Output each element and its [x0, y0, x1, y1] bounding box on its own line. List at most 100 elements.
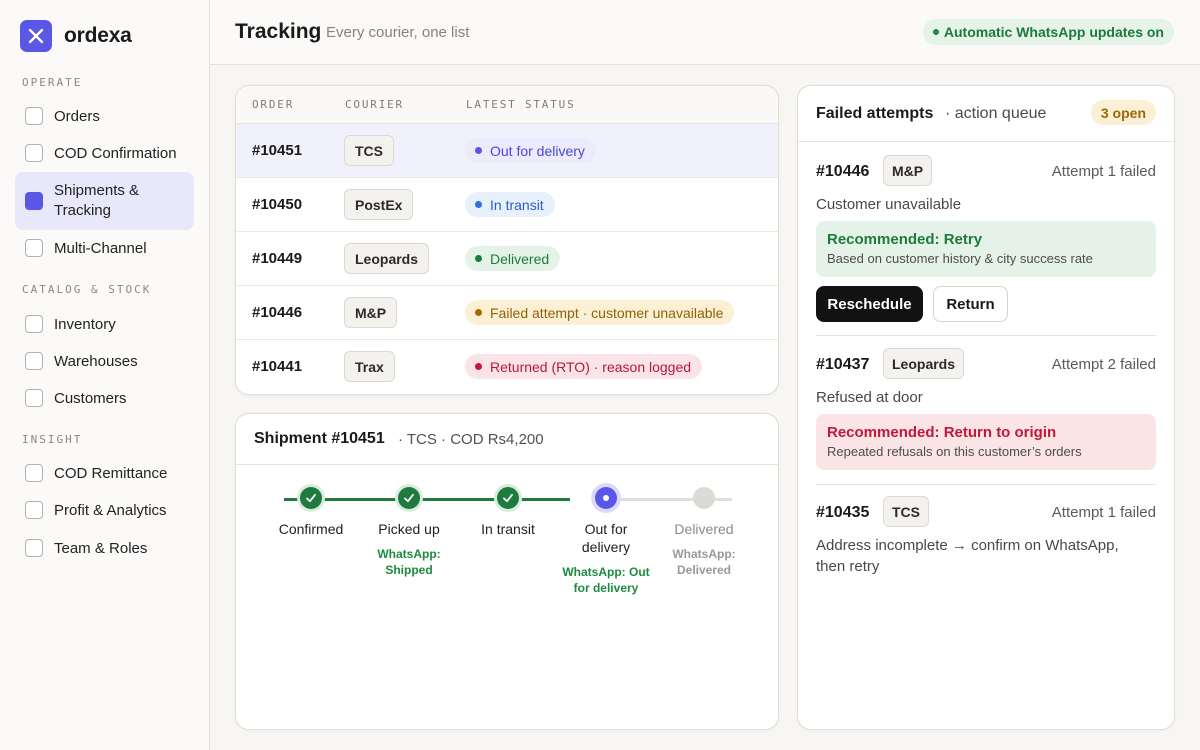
step-label-picked-up: Picked up — [378, 521, 440, 537]
order-id[interactable]: #10437 — [816, 356, 869, 374]
failure-reason: Customer unavailable — [816, 196, 962, 213]
courier-chip: TCS — [344, 135, 394, 166]
open-count-badge: 3 open — [1090, 100, 1156, 125]
attempt-count: Attempt 1 failed — [1051, 504, 1156, 521]
step-label-delivered: Delivered — [674, 521, 734, 537]
divider — [816, 484, 1156, 485]
sidebar-item-team-roles[interactable]: Team & Roles — [15, 536, 194, 560]
courier-chip: TCS — [883, 496, 929, 527]
page-header: Tracking Every courier, one list Automat… — [210, 0, 1200, 65]
sidebar-item-multi-channel[interactable]: Multi-Channel — [15, 236, 194, 260]
step-note: for delivery — [573, 581, 639, 595]
column-header-status[interactable]: LATEST STATUS — [466, 98, 576, 111]
failure-reason-line2: then retry — [816, 558, 880, 575]
whatsapp-updates-label: Automatic WhatsApp updates on — [943, 24, 1164, 40]
sidebar-item-cod-confirmation[interactable]: COD Confirmation — [15, 141, 194, 165]
status-dot-icon — [932, 29, 939, 35]
order-id: #10449 — [252, 250, 303, 267]
order-id: #10441 — [252, 358, 303, 375]
nav-section-catalog-stock: CATALOG & STOCK — [22, 283, 152, 296]
checkbox-icon — [25, 315, 43, 333]
panel-title: Failed attempts — [816, 105, 934, 122]
failure-reason-line1: Address incomplete → confirm on WhatsApp… — [816, 537, 1119, 554]
status-pill: Returned (RTO) · reason logged — [465, 354, 703, 379]
step-pending-icon — [693, 487, 715, 509]
status-text: Out for delivery — [490, 142, 585, 159]
sidebar-item-label: Team & Roles — [54, 539, 148, 557]
step-check-icon — [497, 487, 519, 509]
sidebar-item-inventory[interactable]: Inventory — [15, 312, 194, 336]
table-header: ORDER COURIER LATEST STATUS — [236, 86, 778, 124]
sidebar-item-warehouses[interactable]: Warehouses — [15, 349, 194, 373]
sidebar-item-label: Inventory — [54, 315, 116, 333]
page-subtitle: Every courier, one list — [326, 24, 470, 41]
step-note: Delivered — [676, 563, 732, 577]
status-dot-icon — [475, 147, 482, 154]
recommendation-title: Recommended: Retry — [827, 231, 983, 248]
step-note: WhatsApp: Out — [562, 565, 650, 579]
progress-line-pending — [618, 498, 632, 501]
sidebar-item-orders[interactable]: Orders — [15, 104, 194, 128]
checkbox-icon — [25, 539, 43, 557]
order-id[interactable]: #10435 — [816, 504, 869, 522]
courier-chip: PostEx — [344, 189, 414, 220]
table-row[interactable]: #10449 Leopards Delivered — [236, 232, 778, 286]
panel-subtitle: · action queue — [945, 105, 1047, 122]
current-dot-icon — [603, 495, 609, 501]
column-header-order[interactable]: ORDER — [252, 98, 294, 111]
courier-chip: M&P — [344, 297, 398, 328]
sidebar-item-label: Shipments & Tracking — [54, 181, 139, 221]
sidebar-item-cod-remittance[interactable]: COD Remittance — [15, 461, 194, 485]
sidebar-item-customers[interactable]: Customers — [15, 386, 194, 410]
shipment-header: Shipment #10451 · TCS · COD Rs4,200 — [236, 414, 778, 465]
step-check-icon — [300, 487, 322, 509]
brand-name: ordexa — [64, 24, 132, 47]
orders-table: ORDER COURIER LATEST STATUS #10451 TCS O… — [235, 85, 779, 395]
recommendation-box: Recommended: Retry Based on customer his… — [816, 221, 1156, 277]
checkbox-icon — [25, 352, 43, 370]
courier-chip: Trax — [344, 351, 395, 382]
order-id[interactable]: #10446 — [816, 163, 869, 181]
status-dot-icon — [475, 255, 482, 262]
status-text: In transit — [490, 196, 544, 213]
sidebar-item-label: Profit & Analytics — [54, 501, 167, 519]
return-button[interactable]: Return — [933, 286, 1008, 322]
table-row[interactable]: #10446 M&P Failed attempt · customer una… — [236, 286, 778, 340]
step-check-icon — [398, 487, 420, 509]
courier-chip: Leopards — [883, 348, 965, 379]
step-note: Shipped — [385, 563, 433, 577]
nav-section-operate: OPERATE — [22, 76, 83, 89]
recommendation-title: Recommended: Return to origin — [827, 424, 1057, 441]
checkbox-icon — [25, 144, 43, 162]
order-id: #10446 — [252, 304, 303, 321]
failed-attempts-header: Failed attempts · action queue 3 open — [798, 86, 1174, 142]
status-text: Delivered — [490, 250, 550, 267]
column-header-courier[interactable]: COURIER — [345, 98, 404, 111]
order-id: #10451 — [252, 142, 303, 159]
whatsapp-updates-badge[interactable]: Automatic WhatsApp updates on — [922, 19, 1174, 45]
divider — [816, 335, 1156, 336]
step-note: WhatsApp: — [377, 547, 441, 561]
brand[interactable]: ordexa — [20, 20, 132, 52]
status-dot-icon — [475, 309, 482, 316]
attempt-count: Attempt 1 failed — [1051, 163, 1156, 180]
step-label-out-for-delivery: Out for — [584, 521, 628, 537]
status-text: Failed attempt · customer unavailable — [490, 304, 724, 321]
courier-chip: Leopards — [344, 243, 430, 274]
step-label-out-for-delivery-line2: delivery — [581, 539, 631, 555]
sidebar-item-shipments-tracking[interactable]: Shipments & Tracking — [15, 172, 194, 230]
checkbox-icon — [25, 107, 43, 125]
checkbox-icon — [25, 239, 43, 257]
sidebar-item-profit-analytics[interactable]: Profit & Analytics — [15, 498, 194, 522]
recommendation-detail: Repeated refusals on this customer’s ord… — [827, 444, 1082, 459]
table-row[interactable]: #10441 Trax Returned (RTO) · reason logg… — [236, 340, 778, 394]
close-x-logo-icon — [20, 20, 52, 52]
status-dot-icon — [475, 201, 482, 208]
sidebar-item-label-line1: Shipments & — [54, 182, 140, 199]
reschedule-button[interactable]: Reschedule — [816, 286, 923, 322]
attempt-count: Attempt 2 failed — [1051, 356, 1156, 373]
table-row[interactable]: #10450 PostEx In transit — [236, 178, 778, 232]
sidebar-item-label-line2: Tracking — [54, 202, 111, 219]
table-row[interactable]: #10451 TCS Out for delivery — [236, 124, 778, 178]
progress-line-pending — [620, 498, 732, 501]
